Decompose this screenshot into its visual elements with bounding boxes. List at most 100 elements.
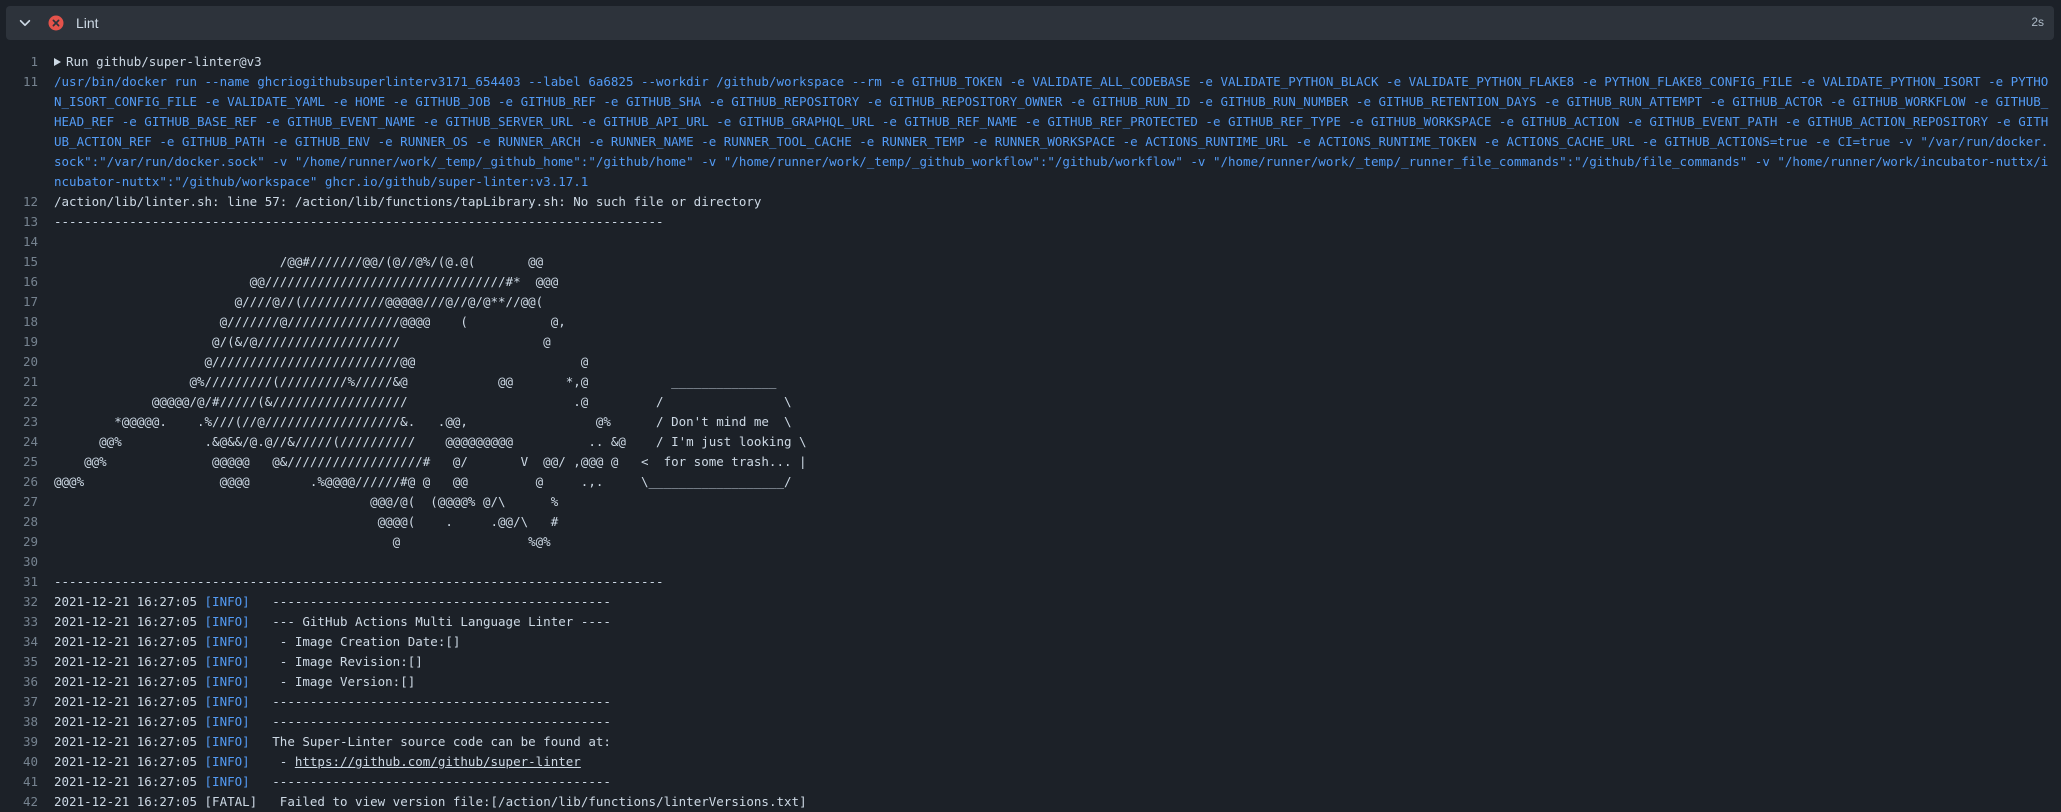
log-line: 26 @@@% @@@@ .%@@@@//////#@ @ @@ @ .,. \_… (0, 472, 2061, 492)
log-line: 13 --------------------------------------… (0, 212, 2061, 232)
log-level: [INFO] (204, 594, 250, 609)
log-timestamp: 2021-12-21 16:27:05 (54, 774, 197, 789)
log-message: ----------------------------------------… (249, 694, 611, 709)
step-duration: 2s (2031, 15, 2044, 29)
line-number[interactable]: 15 (0, 252, 54, 272)
log-text: @ %@% (54, 534, 551, 549)
log-level: [FATAL] (204, 794, 258, 809)
line-number[interactable]: 16 (0, 272, 54, 292)
log-message: --- GitHub Actions Multi Language Linter… (249, 614, 611, 629)
log-line: 25 @@% @@@@@ @&//////////////////# @/ V … (0, 452, 2061, 472)
super-linter-link[interactable]: https://github.com/github/super-linter (295, 754, 581, 769)
log-level: [INFO] (204, 754, 250, 769)
line-number[interactable]: 11 (0, 72, 54, 192)
log-text: 2021-12-21 16:27:05 [INFO] The Super-Lin… (54, 732, 2061, 752)
log-line: 29 @ %@% (0, 532, 2061, 552)
line-number[interactable]: 40 (0, 752, 54, 772)
line-number[interactable]: 30 (0, 552, 54, 572)
log-text: @@% .&@&&/@.@//&/////(////////// @@@@@@@… (54, 434, 807, 449)
log-text: @@@% @@@@ .%@@@@//////#@ @ @@ @ .,. \___… (54, 474, 792, 489)
log-level: [INFO] (204, 714, 250, 729)
log-level: [INFO] (204, 674, 250, 689)
log-text: *@@@@@. .%///(//@//////////////////&. .@… (54, 414, 792, 429)
line-number[interactable]: 13 (0, 212, 54, 232)
log-timestamp: 2021-12-21 16:27:05 (54, 754, 197, 769)
log-text: @////@//(///////////@@@@@///@//@/@**//@@… (54, 294, 544, 309)
log-timestamp: 2021-12-21 16:27:05 (54, 674, 197, 689)
line-number[interactable]: 17 (0, 292, 54, 312)
line-number[interactable]: 19 (0, 332, 54, 352)
log-text: /usr/bin/docker run --name ghcriogithubs… (54, 74, 2049, 189)
log-line: 15 /@@#///////@@/(@//@%/(@.@( @@ (0, 252, 2061, 272)
triangle-right-icon[interactable] (54, 58, 61, 66)
log-text: 2021-12-21 16:27:05 [INFO] - Image Creat… (54, 632, 2061, 652)
log-line: 23 *@@@@@. .%///(//@//////////////////&.… (0, 412, 2061, 432)
line-number[interactable]: 29 (0, 532, 54, 552)
line-number[interactable]: 39 (0, 732, 54, 752)
log-text: @@@/@( (@@@@% @/\ % (54, 494, 559, 509)
line-number[interactable]: 28 (0, 512, 54, 532)
line-number[interactable]: 25 (0, 452, 54, 472)
chevron-down-icon[interactable] (18, 16, 32, 30)
log-text: 2021-12-21 16:27:05 [INFO] - Image Versi… (54, 672, 2061, 692)
line-number[interactable]: 41 (0, 772, 54, 792)
line-number[interactable]: 26 (0, 472, 54, 492)
log-text: @/////////////////////////@@ @ (54, 354, 589, 369)
line-number[interactable]: 21 (0, 372, 54, 392)
log-text: @@@@@/@/#/////(&////////////////// .@ / … (54, 394, 792, 409)
line-number[interactable]: 1 (0, 52, 54, 72)
log-line: 18 @///////@///////////////@@@@ ( @, (0, 312, 2061, 332)
step-header[interactable]: Lint 2s (6, 6, 2054, 40)
line-number[interactable]: 34 (0, 632, 54, 652)
log-text: 2021-12-21 16:27:05 [INFO] - Image Revis… (54, 652, 2061, 672)
line-number[interactable]: 23 (0, 412, 54, 432)
log-text: 2021-12-21 16:27:05 [FATAL] Failed to vi… (54, 792, 2061, 812)
log-level: [INFO] (204, 734, 250, 749)
line-number[interactable]: 31 (0, 572, 54, 592)
log-message: - Image Revision:[] (249, 654, 423, 669)
log-line: 17 @////@//(///////////@@@@@///@//@/@**/… (0, 292, 2061, 312)
line-number[interactable]: 35 (0, 652, 54, 672)
log-message: Failed to view version file:[/action/lib… (257, 794, 807, 809)
log-line: 1 Run github/super-linter@v3 (0, 52, 2061, 72)
log-text: 2021-12-21 16:27:05 [INFO] -------------… (54, 592, 2061, 612)
line-number[interactable]: 24 (0, 432, 54, 452)
line-number[interactable]: 20 (0, 352, 54, 372)
log-line: 24 @@% .&@&&/@.@//&/////(////////// @@@@… (0, 432, 2061, 452)
log-text: 2021-12-21 16:27:05 [INFO] - https://git… (54, 752, 2061, 772)
line-number[interactable]: 32 (0, 592, 54, 612)
log-text: 2021-12-21 16:27:05 [INFO] -------------… (54, 692, 2061, 712)
line-number[interactable]: 33 (0, 612, 54, 632)
log-line: 22 @@@@@/@/#/////(&////////////////// .@… (0, 392, 2061, 412)
line-number[interactable]: 22 (0, 392, 54, 412)
log-text: ----------------------------------------… (54, 214, 664, 229)
log-message: ----------------------------------------… (249, 774, 611, 789)
log-timestamp: 2021-12-21 16:27:05 (54, 594, 197, 609)
log-line: 33 2021-12-21 16:27:05 [INFO] --- GitHub … (0, 612, 2061, 632)
log-message: ----------------------------------------… (249, 594, 611, 609)
log-text: ----------------------------------------… (54, 574, 664, 589)
line-number[interactable]: 42 (0, 792, 54, 812)
log-message: - Image Creation Date:[] (249, 634, 461, 649)
line-number[interactable]: 37 (0, 692, 54, 712)
log-line: 41 2021-12-21 16:27:05 [INFO] -----------… (0, 772, 2061, 792)
line-number[interactable]: 18 (0, 312, 54, 332)
group-title[interactable]: Run github/super-linter@v3 (66, 54, 262, 69)
line-number[interactable]: 12 (0, 192, 54, 212)
log-text: 2021-12-21 16:27:05 [INFO] --- GitHub Ac… (54, 612, 2061, 632)
log-level: [INFO] (204, 654, 250, 669)
line-number[interactable]: 38 (0, 712, 54, 732)
log-line: 14 (0, 232, 2061, 252)
log-level: [INFO] (204, 614, 250, 629)
log-level: [INFO] (204, 774, 250, 789)
log-line: 37 2021-12-21 16:27:05 [INFO] -----------… (0, 692, 2061, 712)
step-title: Lint (76, 15, 99, 31)
log-text: /action/lib/linter.sh: line 57: /action/… (54, 194, 762, 209)
line-number[interactable]: 14 (0, 232, 54, 252)
line-number[interactable]: 27 (0, 492, 54, 512)
log-line: 28 @@@@( . .@@/\ # (0, 512, 2061, 532)
line-number[interactable]: 36 (0, 672, 54, 692)
log-line: 20 @/////////////////////////@@ @ (0, 352, 2061, 372)
log-line: 32 2021-12-21 16:27:05 [INFO] -----------… (0, 592, 2061, 612)
log-line: 16 @@////////////////////////////////#* … (0, 272, 2061, 292)
